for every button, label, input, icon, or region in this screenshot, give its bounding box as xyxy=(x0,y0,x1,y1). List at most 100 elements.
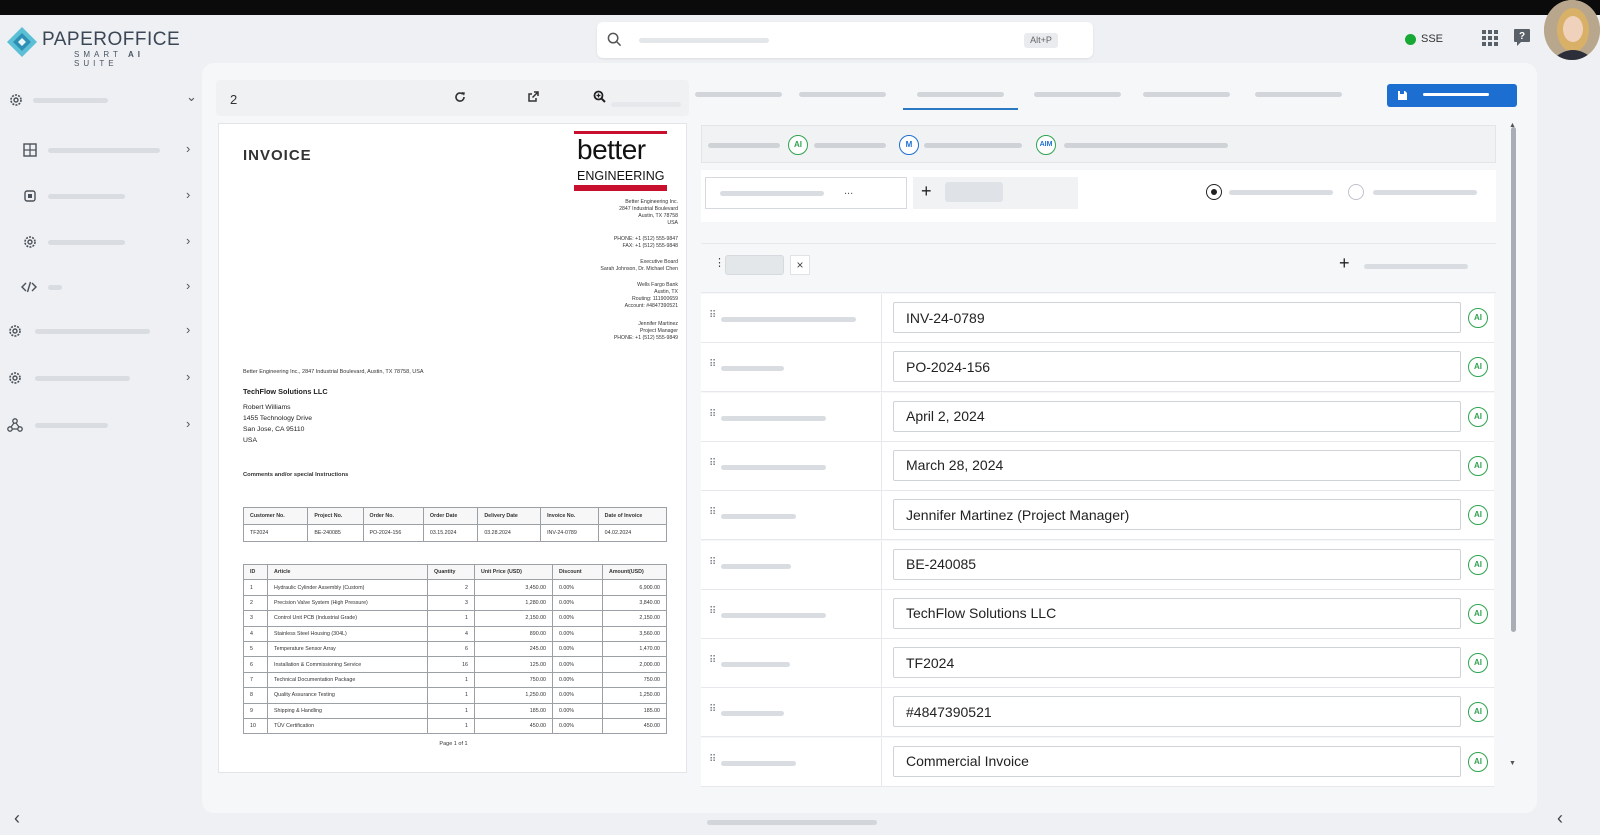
invoice-title: INVOICE xyxy=(243,147,312,164)
tab-1[interactable] xyxy=(695,92,782,97)
sidebar-item-7[interactable]: › xyxy=(0,367,200,389)
field-label xyxy=(721,317,856,322)
field-row: ⠿ AI xyxy=(701,540,1494,590)
plus-icon: + xyxy=(921,181,932,201)
sidebar-item-5[interactable]: › xyxy=(0,276,200,298)
group-name-input[interactable] xyxy=(725,255,784,275)
scroll-down-icon[interactable]: ▼ xyxy=(1509,760,1516,767)
field-value-input[interactable] xyxy=(893,647,1461,679)
field-value-input[interactable] xyxy=(893,351,1461,383)
ai-extracted-badge[interactable]: AI xyxy=(1468,406,1488,427)
help-icon[interactable]: ? xyxy=(1513,28,1531,47)
drag-handle-icon[interactable]: ⠿ xyxy=(709,508,717,522)
tab-3-active[interactable] xyxy=(917,92,1004,97)
refresh-icon[interactable] xyxy=(454,91,466,103)
ai-extracted-badge[interactable]: AI xyxy=(1468,554,1488,575)
search-input-placeholder[interactable] xyxy=(639,38,769,43)
invoice-item-row: 4 Stainless Steel Housing (304L) 4 890.00 0.… xyxy=(243,625,667,642)
horizontal-scroll-thumb[interactable] xyxy=(707,820,877,825)
field-value-input[interactable] xyxy=(893,400,1461,432)
ai-extracted-badge[interactable]: AI xyxy=(1468,653,1488,674)
ai-extracted-badge[interactable]: AI xyxy=(1468,751,1488,772)
page-footer: Page 1 of 1 xyxy=(439,741,468,747)
drag-handle-icon[interactable]: ⠿ xyxy=(709,754,717,769)
gear-icon xyxy=(9,372,21,384)
global-search-bar[interactable]: Alt+P xyxy=(597,22,1093,58)
save-button[interactable] xyxy=(1387,84,1517,107)
ai-extracted-badge[interactable]: AI xyxy=(1468,505,1488,526)
status-label: SSE xyxy=(1421,33,1444,45)
gear-icon xyxy=(24,236,36,248)
external-link-icon[interactable] xyxy=(527,91,539,103)
tab-5[interactable] xyxy=(1143,92,1230,97)
app-logo[interactable]: PAPEROFFICE SMART AI SUITE xyxy=(6,26,181,68)
invoice-meta-table: Customer No. Project No. Order No. Order Da… xyxy=(242,507,668,542)
drag-handle-icon[interactable]: ⠿ xyxy=(709,458,717,473)
add-template-group[interactable]: + xyxy=(913,177,1078,209)
radio-option-2[interactable] xyxy=(1348,184,1364,200)
ai-extracted-badge[interactable]: AI xyxy=(1468,308,1488,328)
drag-handle-icon[interactable]: ⠿ xyxy=(709,705,717,719)
drag-handle-icon[interactable]: ⠿ xyxy=(709,311,717,325)
search-shortcut-badge: Alt+P xyxy=(1024,33,1058,48)
scrollbar-thumb[interactable] xyxy=(1511,127,1516,632)
field-value-input[interactable] xyxy=(893,499,1461,531)
drag-handle-icon[interactable]: ⠿ xyxy=(709,606,717,621)
collapse-sidebar-icon[interactable]: ‹ xyxy=(14,808,20,829)
field-row: ⠿ AI xyxy=(701,294,1494,343)
field-value-input[interactable] xyxy=(893,745,1461,777)
tab-4[interactable] xyxy=(1034,92,1121,97)
drag-handle-icon[interactable]: ⠿ xyxy=(709,360,717,374)
page-number-input[interactable]: 2 xyxy=(230,92,237,107)
sidebar-item-4[interactable]: › xyxy=(0,231,200,253)
ai-extracted-badge[interactable]: AI xyxy=(1468,702,1488,723)
ai-extracted-badge[interactable]: AI xyxy=(1468,603,1488,624)
gear-icon xyxy=(10,94,22,106)
invoice-item-row: 2 Precision Valve System (High Pressure) 3… xyxy=(243,594,667,612)
zoom-icon[interactable] xyxy=(593,90,606,103)
field-value-input[interactable] xyxy=(893,548,1461,580)
sidebar-item-3[interactable]: › xyxy=(0,185,200,207)
field-value-input[interactable] xyxy=(893,449,1461,481)
field-value-input[interactable] xyxy=(893,302,1461,333)
close-icon[interactable]: × xyxy=(790,255,810,275)
field-row: ⠿ AI xyxy=(701,441,1494,491)
collapse-right-panel-icon[interactable]: ‹ xyxy=(1557,808,1563,829)
sidebar-item-8[interactable]: › xyxy=(0,414,200,436)
sender-line: Better Engineering Inc., 2847 Industrial… xyxy=(243,369,424,375)
drag-handle-icon[interactable]: ⠿ xyxy=(709,656,717,670)
invoice-item-row: 3 Control Unit PCB (Industrial Grade) 1 2,1… xyxy=(243,610,667,627)
active-tab-indicator xyxy=(903,108,1018,110)
ai-mode-badge[interactable]: AI xyxy=(788,135,808,155)
manual-mode-badge[interactable]: M xyxy=(899,135,919,155)
field-value-input[interactable] xyxy=(893,597,1461,629)
sidebar-item-6[interactable]: › xyxy=(0,320,200,342)
chip-icon xyxy=(24,190,36,202)
field-row: ⠿ AI xyxy=(701,491,1494,541)
tab-2[interactable] xyxy=(799,92,886,97)
drag-handle-icon[interactable]: ⠿ xyxy=(709,557,717,572)
recipient-company: TechFlow Solutions LLC xyxy=(243,387,328,396)
invoice-document-page: INVOICE better ENGINEERING Better Engine… xyxy=(218,123,687,773)
chevron-right-icon: › xyxy=(186,141,191,156)
sidebar-item-1[interactable]: ⌄ xyxy=(0,89,200,111)
ai-extracted-badge[interactable]: AI xyxy=(1468,357,1488,378)
field-value-input[interactable] xyxy=(893,696,1461,728)
invoice-item-row: 1 Hydraulic Cylinder Assembly (Custom) 2 3,… xyxy=(243,579,667,596)
tab-6[interactable] xyxy=(1255,92,1342,97)
panel-scrollbar[interactable]: ▲ ▼ xyxy=(1509,122,1518,768)
status-dot-icon xyxy=(1405,33,1416,45)
radio-option-1-selected[interactable] xyxy=(1206,184,1222,200)
template-select[interactable]: ... xyxy=(705,177,907,209)
search-icon xyxy=(607,32,622,47)
add-field-plus-icon[interactable]: + xyxy=(1339,253,1350,274)
ai-manual-mode-badge[interactable]: AIM xyxy=(1036,135,1056,155)
apps-grid-icon[interactable] xyxy=(1482,30,1498,46)
drag-handle-icon[interactable]: ⠿ xyxy=(709,409,717,424)
document-viewer-toolbar: 2 xyxy=(216,80,689,116)
sidebar-item-2[interactable]: › xyxy=(0,139,200,161)
invoice-items-table: ID Article Quantity Unit Price (USD) Dis… xyxy=(243,563,667,735)
chevron-right-icon: › xyxy=(186,322,191,337)
ai-extracted-badge[interactable]: AI xyxy=(1468,455,1488,476)
user-avatar[interactable] xyxy=(1544,0,1600,60)
